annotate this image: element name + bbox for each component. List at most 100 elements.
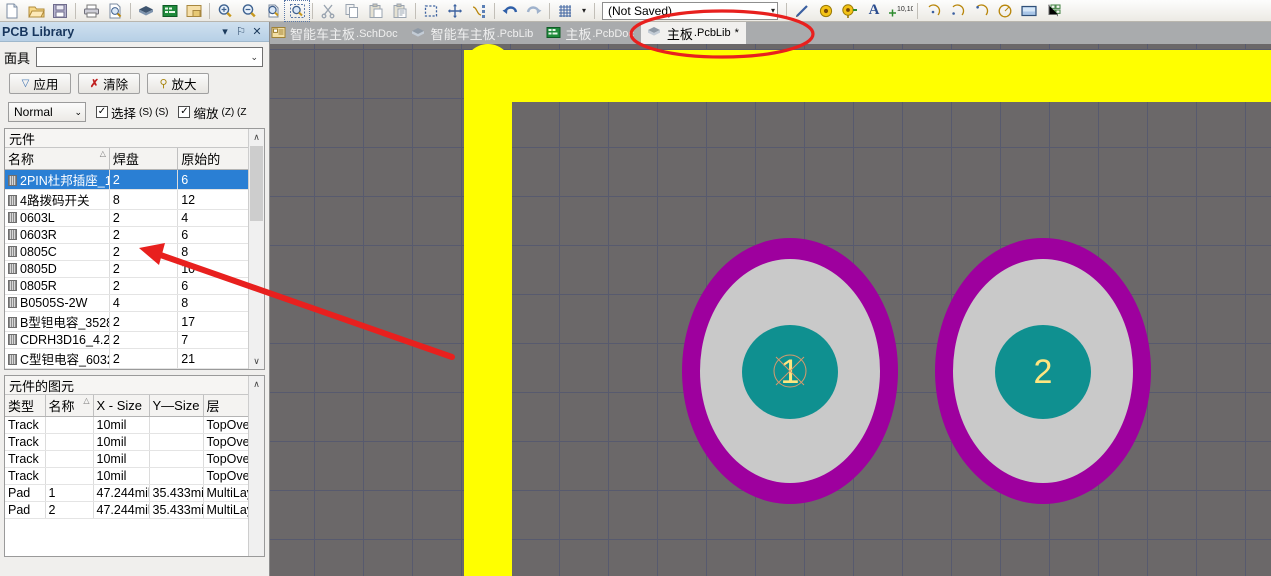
tab-schdoc[interactable]: 智能车主板 .SchDoc xyxy=(265,23,405,44)
scrollbar-thumb[interactable] xyxy=(250,146,263,221)
cut-icon[interactable] xyxy=(316,1,340,21)
undo-icon[interactable] xyxy=(498,1,522,21)
zoom-button[interactable]: ⚲ 放大 xyxy=(147,73,209,94)
save-icon[interactable] xyxy=(48,1,72,21)
select-checkbox-box[interactable]: ✓ xyxy=(96,106,108,118)
place-arc-center-icon[interactable] xyxy=(921,1,945,21)
chevron-down-icon[interactable]: ⌄ xyxy=(250,52,258,63)
table-row[interactable]: 0603R 2 6 xyxy=(5,226,248,244)
track-vertical[interactable] xyxy=(464,44,512,576)
pcb-document-icon[interactable] xyxy=(158,1,182,21)
grid-dropdown-icon[interactable]: ▾ xyxy=(577,1,591,21)
component-pads-cell: 8 xyxy=(109,189,179,210)
place-arc-any-icon[interactable] xyxy=(969,1,993,21)
table-row[interactable]: 0603L 2 4 xyxy=(5,209,248,227)
place-coordinate-icon[interactable]: 10,10 xyxy=(886,1,914,21)
zoom-checkbox[interactable]: ✓ 缩放 (Z) (Z xyxy=(178,103,246,122)
footprint-icon xyxy=(8,246,17,257)
chevron-down-icon[interactable]: ▾ xyxy=(771,6,775,15)
components-scrollbar[interactable]: ∧ ∨ xyxy=(248,129,264,369)
place-line-icon[interactable] xyxy=(790,1,814,21)
primitive-layer-cell: TopOverlay xyxy=(203,416,248,434)
table-row[interactable]: B型钽电容_3528 2 17 xyxy=(5,311,248,332)
table-row[interactable]: Track 10mil TopOverlay xyxy=(5,467,248,485)
table-row[interactable]: 0805C 2 8 xyxy=(5,243,248,261)
redo-icon[interactable] xyxy=(522,1,546,21)
print-preview-icon[interactable] xyxy=(103,1,127,21)
align-icon[interactable] xyxy=(467,1,491,21)
apply-button[interactable]: ▽ 应用 xyxy=(9,73,71,94)
tab-pcbdoc[interactable]: 主板 .PcbDoc xyxy=(540,23,641,44)
table-row[interactable]: 4路拨码开关 8 12 xyxy=(5,189,248,210)
panel-close-icon[interactable]: ✕ xyxy=(249,25,265,38)
table-row[interactable]: B0505S-2W 4 8 xyxy=(5,294,248,312)
table-row[interactable]: Track 10mil TopOverlay xyxy=(5,416,248,434)
pcb-library-canvas[interactable]: 1 2 xyxy=(270,44,1271,576)
document-combo[interactable]: (Not Saved) ▾ xyxy=(602,1,778,20)
primitive-layer-cell: TopOverlay xyxy=(203,450,248,468)
tab-pcblib-1[interactable]: 智能车主板 .PcbLib xyxy=(405,23,541,44)
col-layer[interactable]: 层 xyxy=(203,395,248,417)
copy-icon[interactable] xyxy=(340,1,364,21)
table-row[interactable]: 2PIN杜邦插座_1 2 6 xyxy=(5,169,248,190)
table-row[interactable]: D型钽电容_7343221 xyxy=(5,368,248,369)
clear-button[interactable]: ✗ 清除 xyxy=(78,73,140,94)
col-pname[interactable]: 名称 △ xyxy=(45,395,94,417)
place-via-icon[interactable] xyxy=(838,1,862,21)
table-row[interactable]: C型钽电容_6032 2 21 xyxy=(5,348,248,369)
new-file-icon[interactable] xyxy=(0,1,24,21)
col-ysize[interactable]: Y—Size xyxy=(149,395,204,417)
select-area-icon[interactable] xyxy=(419,1,443,21)
panel-dropdown-icon[interactable]: ▾ xyxy=(217,25,233,38)
zoom-in-icon[interactable] xyxy=(213,1,237,21)
scroll-up-icon[interactable]: ∧ xyxy=(249,129,264,145)
zoom-area-icon[interactable] xyxy=(284,0,310,22)
place-string-icon[interactable]: A xyxy=(862,1,886,21)
select-checkbox[interactable]: ✓ 选择 (S) (S) xyxy=(96,103,168,122)
place-fill-icon[interactable] xyxy=(1017,1,1041,21)
pad-1[interactable]: 1 xyxy=(682,238,898,504)
table-row[interactable]: Pad247.244mil35.433milMultiLayer xyxy=(5,501,248,519)
place-arc-edge-icon[interactable] xyxy=(945,1,969,21)
zoom-document-icon[interactable] xyxy=(261,1,285,21)
mask-mode-select[interactable]: Normal ⌄ xyxy=(8,102,86,122)
table-row[interactable]: CDRH3D16_4.2*127 xyxy=(5,331,248,349)
table-row[interactable]: Track 10mil TopOverlay xyxy=(5,433,248,451)
track-horizontal[interactable] xyxy=(464,50,1271,102)
component-wizard-icon[interactable] xyxy=(1041,1,1065,21)
col-xsize[interactable]: X - Size xyxy=(93,395,150,417)
mask-input[interactable]: ⌄ xyxy=(36,47,263,67)
table-row[interactable]: 0805R 2 6 xyxy=(5,277,248,295)
col-type[interactable]: 类型 xyxy=(5,395,46,417)
col-pname-label: 名称 xyxy=(48,399,75,414)
component-primitives-cell: 17 xyxy=(177,311,248,332)
col-name[interactable]: 名称 △ xyxy=(5,148,110,170)
move-icon[interactable] xyxy=(443,1,467,21)
table-row[interactable]: Track 10mil TopOverlay xyxy=(5,450,248,468)
col-primitives[interactable]: 原始的 xyxy=(177,148,248,170)
zoom-checkbox-box[interactable]: ✓ xyxy=(178,106,191,118)
print-icon[interactable] xyxy=(79,1,103,21)
place-full-circle-icon[interactable] xyxy=(993,1,1017,21)
col-pads[interactable]: 焊盘 xyxy=(109,148,179,170)
open-folder-icon[interactable] xyxy=(24,1,48,21)
table-row[interactable]: 0805D 2 10 xyxy=(5,260,248,278)
primitives-scrollbar[interactable]: ∧ xyxy=(248,376,264,556)
paste-special-icon[interactable] xyxy=(388,1,412,21)
grid-icon[interactable] xyxy=(553,1,577,21)
component-primitives-cell: 6 xyxy=(177,226,248,244)
window-icon[interactable] xyxy=(182,1,206,21)
pad-2[interactable]: 2 xyxy=(935,238,1151,504)
place-pad-icon[interactable] xyxy=(814,1,838,21)
board-3d-icon[interactable] xyxy=(134,1,158,21)
panel-pin-icon[interactable]: ⚐ xyxy=(233,25,249,38)
chevron-down-icon[interactable]: ⌄ xyxy=(74,107,82,118)
scroll-down-icon[interactable]: ∨ xyxy=(249,353,264,369)
scroll-up-icon[interactable]: ∧ xyxy=(249,376,264,392)
paste-icon[interactable] xyxy=(364,1,388,21)
table-row[interactable]: Pad147.244mil35.433milMultiLayer xyxy=(5,484,248,502)
component-pads-cell: 2 xyxy=(109,260,179,278)
tab-pcblib-2[interactable]: 主板 .PcbLib * xyxy=(640,22,746,44)
zoom-out-icon[interactable] xyxy=(237,1,261,21)
component-name-cell: 0603R xyxy=(5,226,110,244)
